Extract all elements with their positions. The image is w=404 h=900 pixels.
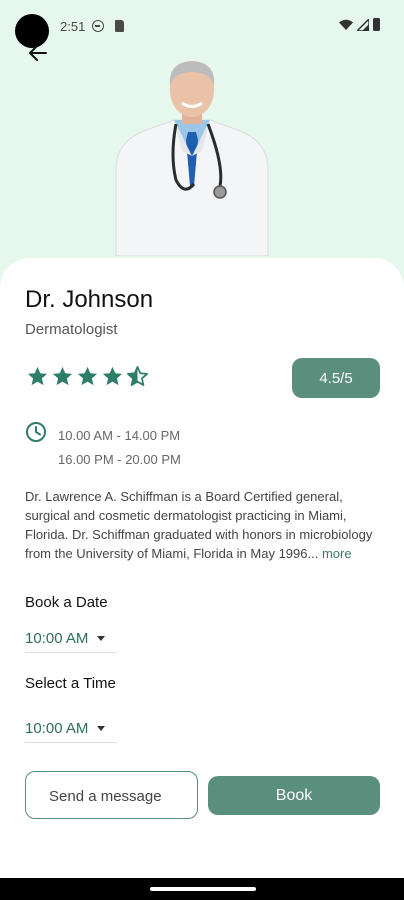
doctor-name: Dr. Johnson: [25, 286, 154, 313]
select-time-label: Select a Time: [25, 675, 116, 692]
doctor-specialty: Dermatologist: [25, 321, 118, 338]
home-handle[interactable]: [150, 887, 256, 891]
star-full-icon: [102, 366, 123, 386]
star-full-icon: [52, 366, 73, 386]
signal-icon: [357, 18, 369, 31]
time-dropdown[interactable]: 10:00 AM: [25, 715, 117, 743]
hours-slot-1: 10.00 AM - 14.00 PM: [58, 428, 181, 443]
rating-badge: 4.5/5: [292, 358, 380, 398]
bio-text: Dr. Lawrence A. Schiffman is a Board Cer…: [25, 489, 373, 561]
time-dropdown-value: 10:00 AM: [25, 720, 89, 737]
sd-card-icon: [115, 20, 124, 32]
star-full-icon: [77, 366, 98, 386]
do-not-disturb-icon: [92, 20, 104, 32]
date-dropdown[interactable]: 10:00 AM: [25, 625, 117, 653]
battery-icon: [373, 18, 380, 31]
date-dropdown-value: 10:00 AM: [25, 630, 89, 647]
caret-down-icon: [97, 636, 106, 641]
send-message-button[interactable]: Send a message: [25, 771, 198, 819]
doctor-photo: [115, 61, 269, 256]
arrow-left-icon[interactable]: [27, 42, 49, 64]
book-button[interactable]: Book: [208, 776, 380, 815]
star-rating: [26, 365, 149, 388]
hours-slot-2: 16.00 PM - 20.00 PM: [58, 452, 181, 467]
status-time: 2:51: [60, 19, 86, 34]
status-right-icons: [339, 18, 380, 31]
navigation-bar: [0, 878, 404, 900]
doctor-bio: Dr. Lawrence A. Schiffman is a Board Cer…: [25, 487, 381, 563]
wifi-icon: [339, 19, 353, 30]
star-half-icon: [127, 366, 148, 386]
caret-down-icon: [97, 726, 106, 731]
more-link[interactable]: more: [322, 546, 352, 561]
working-hours: 10.00 AM - 14.00 PM 16.00 PM - 20.00 PM: [58, 424, 181, 472]
clock-icon: [26, 422, 46, 442]
book-date-label: Book a Date: [25, 594, 108, 611]
status-bar: 2:51: [0, 0, 404, 40]
star-full-icon: [27, 366, 48, 386]
